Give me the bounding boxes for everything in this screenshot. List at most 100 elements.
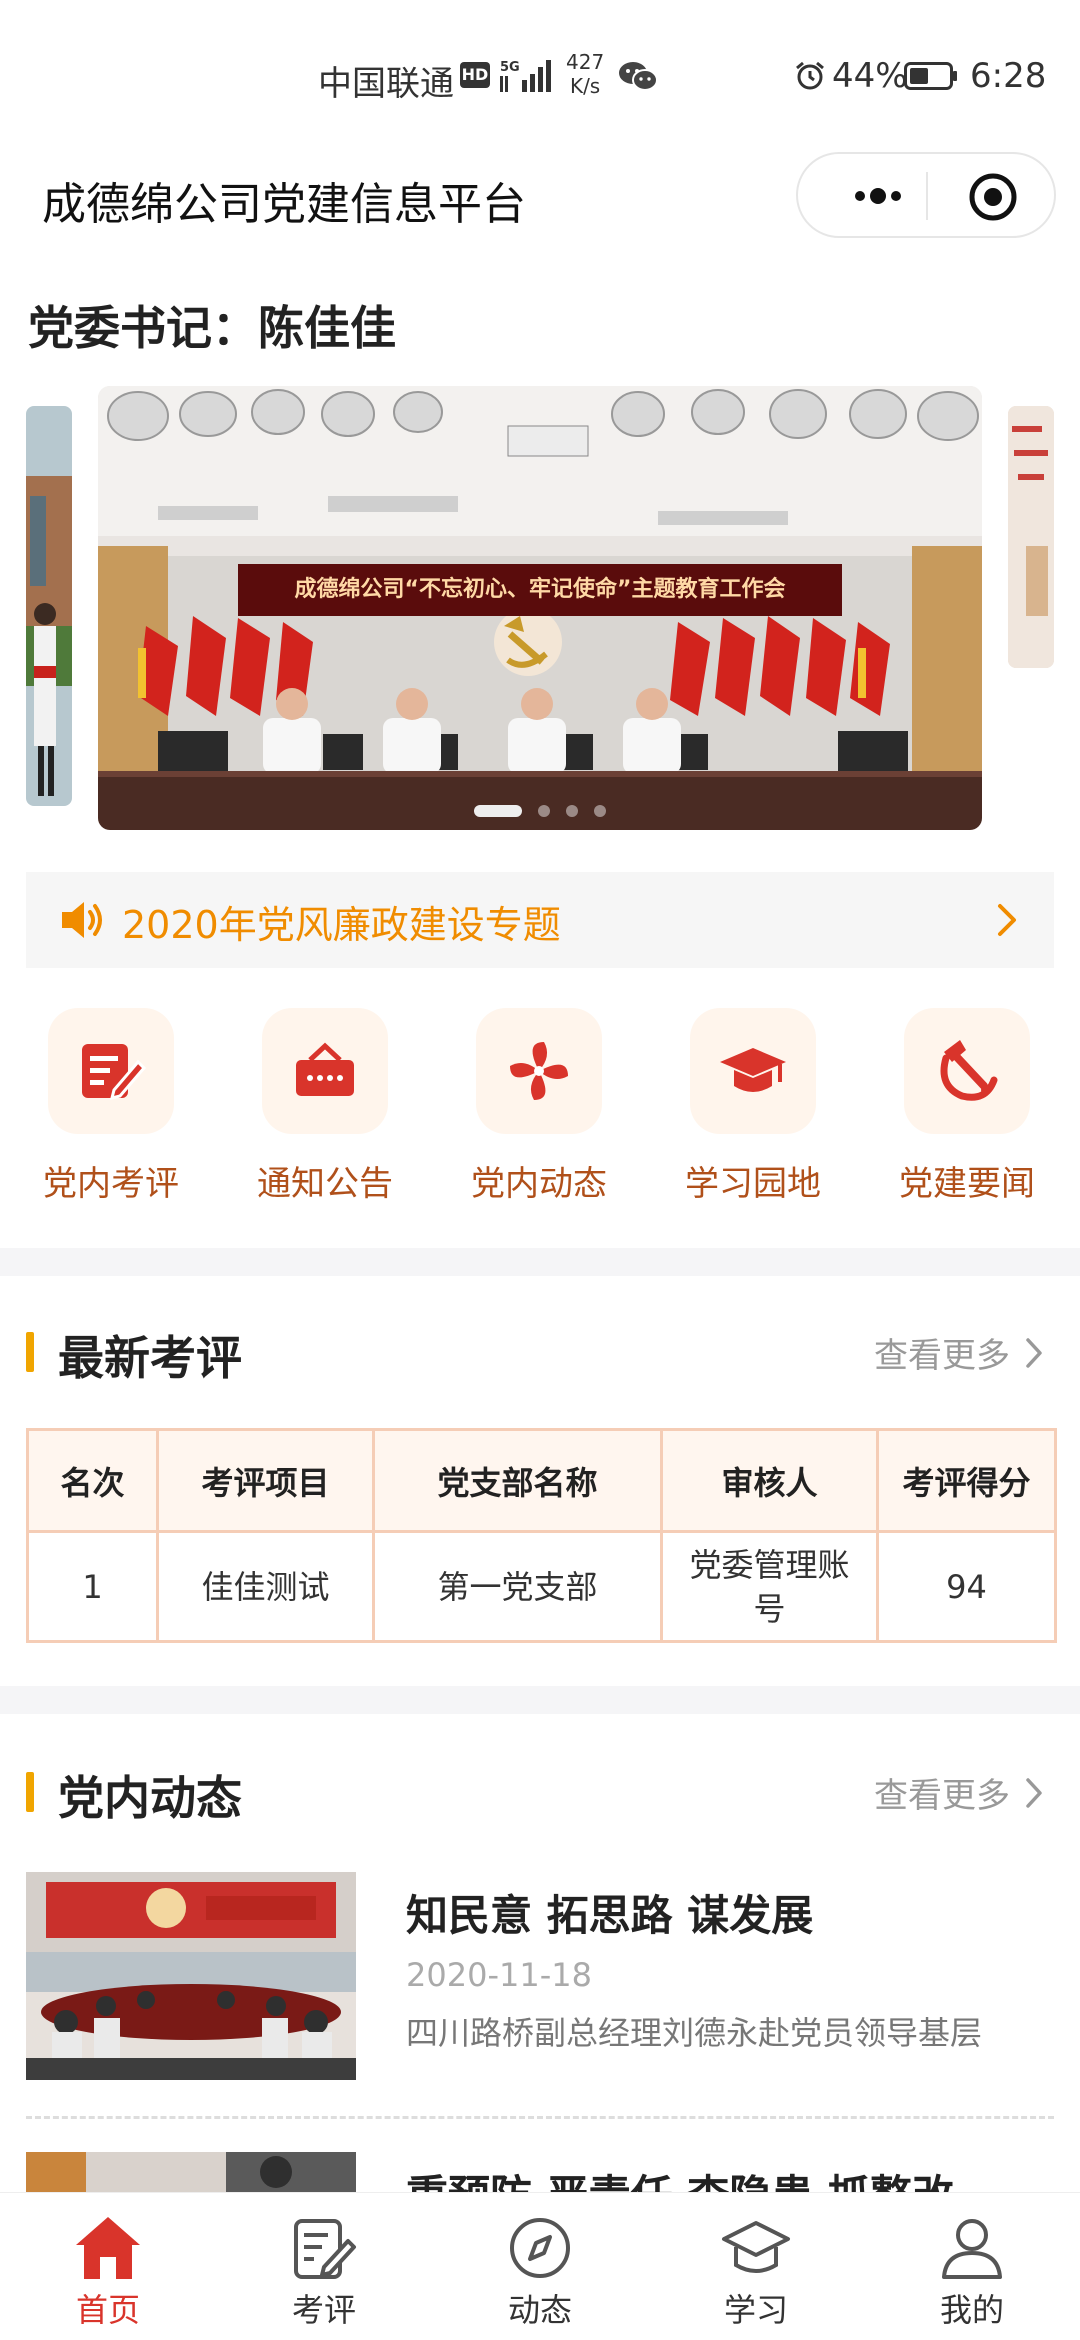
tab-label: 考评 <box>291 2291 356 2329</box>
tab-label: 首页 <box>75 2291 140 2329</box>
menu-icon-box <box>904 1008 1030 1134</box>
more-icon[interactable] <box>838 176 918 216</box>
party-secretary: 党委书记：陈佳佳 <box>28 301 396 355</box>
alarm-icon <box>796 61 824 90</box>
tab-dynamics[interactable]: 动态 <box>432 2193 648 2340</box>
carousel-dot[interactable] <box>566 804 578 817</box>
user-icon <box>942 2219 1002 2279</box>
section-separator <box>0 1686 1080 1714</box>
column-header: 审核人 <box>660 1428 879 1533</box>
menu-item-study[interactable]: 学习园地 <box>642 1006 856 1226</box>
clock: 6:28 <box>970 56 1047 96</box>
evaluation-section-header: 最新考评 查看更多 <box>0 1312 1080 1392</box>
view-more-link[interactable]: 查看更多 <box>874 1768 1010 1817</box>
column-header: 考评项目 <box>156 1428 375 1533</box>
notice-board-icon <box>296 1042 354 1096</box>
news-thumbnail <box>26 1872 356 2080</box>
news-divider <box>26 2116 1054 2119</box>
tab-evaluation[interactable]: 考评 <box>216 2193 432 2340</box>
branch-cell: 第一党支部 <box>372 1530 663 1643</box>
speed-unit: K/s <box>569 74 601 98</box>
carousel-prev-slide[interactable] <box>26 406 72 806</box>
tab-label: 动态 <box>507 2291 572 2329</box>
evaluation-table: 名次 考评项目 党支部名称 审核人 考评得分 1 佳佳测试 第一党支部 党委管理… <box>26 1428 1057 1643</box>
edit-document-icon <box>82 1044 146 1101</box>
menu-item-evaluation[interactable]: 党内考评 <box>0 1006 214 1226</box>
menu-label: 党内考评 <box>43 1164 179 1204</box>
wechat-icon <box>619 62 658 91</box>
banner-carousel[interactable]: 成德绵公司“不忘初心、牢记使命”主题教育工作会 <box>0 384 1080 834</box>
section-separator <box>0 1248 1080 1276</box>
table-header-row: 名次 考评项目 党支部名称 审核人 考评得分 <box>26 1428 1057 1533</box>
rank-cell: 1 <box>26 1530 159 1643</box>
quick-menu: 党内考评 通知公告 党内动态 学习园地 党建要闻 <box>0 1006 1080 1246</box>
speaker-icon <box>62 902 102 938</box>
carousel-slide[interactable]: 成德绵公司“不忘初心、牢记使命”主题教育工作会 <box>98 386 982 830</box>
menu-item-dynamics[interactable]: 党内动态 <box>428 1006 642 1226</box>
table-row[interactable]: 1 佳佳测试 第一党支部 党委管理账号 94 <box>26 1530 1057 1643</box>
menu-label: 党内动态 <box>471 1164 607 1204</box>
section-title: 党内动态 <box>58 1771 242 1825</box>
page: 中国联通 HD 5G 427 K/s 44% 6:28 成德绵公司党建信息平台 … <box>0 0 1080 2340</box>
dynamics-section-header: 党内动态 查看更多 <box>0 1752 1080 1832</box>
section-accent-bar <box>26 1332 34 1372</box>
hammer-sickle-icon <box>940 1040 998 1101</box>
banner-caption: 成德绵公司“不忘初心、牢记使命”主题教育工作会 <box>238 564 842 616</box>
battery-icon <box>904 62 957 90</box>
menu-label: 通知公告 <box>257 1164 393 1204</box>
score-cell: 94 <box>876 1530 1057 1643</box>
carrier-name: 中国联通 <box>318 64 454 104</box>
title-bar: 成德绵公司党建信息平台 <box>0 150 1080 250</box>
menu-icon-box <box>48 1008 174 1134</box>
edit-icon <box>294 2219 356 2279</box>
graduation-cap-icon <box>720 1048 786 1092</box>
column-header: 考评得分 <box>876 1428 1057 1533</box>
reviewer-text: 党委管理账号 <box>689 1545 850 1628</box>
project-cell: 佳佳测试 <box>156 1530 375 1643</box>
section-title: 最新考评 <box>58 1331 242 1385</box>
network-type: 5G <box>500 60 520 75</box>
battery-percent: 44% <box>832 56 908 96</box>
network-speed: 427 K/s <box>566 50 604 98</box>
chevron-right-icon <box>1026 1778 1042 1808</box>
carousel-next-slide[interactable] <box>1008 406 1054 668</box>
next-slide-image <box>1008 406 1054 668</box>
close-miniprogram-icon[interactable] <box>968 172 1018 222</box>
bottom-tab-bar: 首页 考评 动态 学习 我的 <box>0 2192 1080 2340</box>
view-more-link[interactable]: 查看更多 <box>874 1328 1010 1377</box>
reviewer-cell: 党委管理账号 <box>660 1530 879 1643</box>
menu-icon-box <box>690 1008 816 1134</box>
menu-item-party-news[interactable]: 党建要闻 <box>856 1006 1070 1226</box>
section-accent-bar <box>26 1772 34 1812</box>
pinwheel-icon <box>510 1042 568 1100</box>
column-header: 党支部名称 <box>372 1428 663 1533</box>
menu-item-notice[interactable]: 通知公告 <box>214 1006 428 1226</box>
news-item[interactable]: 知民意 拓思路 谋发展 2020-11-18 四川路桥副总经理刘德永赴党员领导基… <box>26 1872 1054 2082</box>
capsule-divider <box>926 172 928 220</box>
news-date: 2020-11-18 <box>406 1956 592 1994</box>
carousel-dot[interactable] <box>594 804 606 817</box>
tab-profile[interactable]: 我的 <box>864 2193 1080 2340</box>
chevron-right-icon <box>1026 1338 1042 1368</box>
news-thumbnail-image <box>26 1872 356 2080</box>
menu-icon-box <box>262 1008 388 1134</box>
news-summary: 四川路桥副总经理刘德永赴党员领导基层 <box>406 2014 983 2052</box>
carousel-dot[interactable] <box>538 804 550 817</box>
tab-study[interactable]: 学习 <box>648 2193 864 2340</box>
tab-label: 我的 <box>939 2291 1004 2329</box>
graduation-cap-icon <box>722 2221 790 2273</box>
hd-badge: HD <box>460 62 490 88</box>
chevron-right-icon <box>998 904 1016 936</box>
home-icon <box>76 2217 140 2279</box>
column-header: 名次 <box>26 1428 159 1533</box>
compass-icon <box>510 2218 570 2278</box>
menu-label: 党建要闻 <box>899 1164 1035 1204</box>
carousel-dot-active[interactable] <box>474 804 522 817</box>
tab-home[interactable]: 首页 <box>0 2193 216 2340</box>
carousel-indicator <box>98 800 982 820</box>
prev-slide-image <box>26 406 72 806</box>
menu-icon-box <box>476 1008 602 1134</box>
page-title: 成德绵公司党建信息平台 <box>42 179 526 230</box>
miniprogram-capsule <box>796 152 1056 238</box>
notice-bar[interactable]: 2020年党风廉政建设专题 <box>26 872 1054 968</box>
